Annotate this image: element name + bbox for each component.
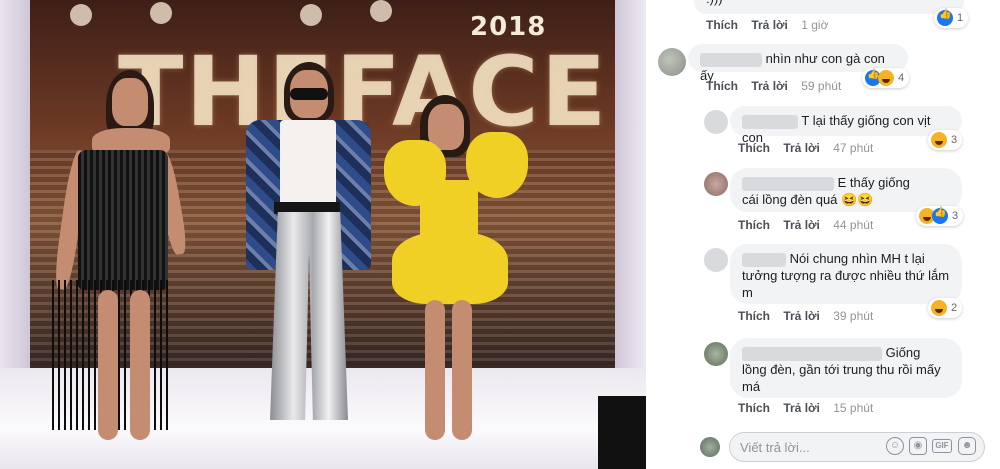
model-leg [130, 290, 150, 440]
comment-text: tưởng tượng ra được nhiều thứ lắm [742, 268, 950, 283]
comment-text: cái lồng đèn quá 😆😆 [742, 192, 874, 207]
comment-text: Nói chung nhìn MH t lại [789, 251, 925, 266]
avatar[interactable] [704, 342, 728, 366]
reply-link[interactable]: Trả lời [783, 141, 820, 155]
like-icon [932, 207, 948, 224]
reaction-count: 3 [951, 134, 958, 146]
like-link[interactable]: Thích [738, 141, 770, 155]
stage-light [300, 4, 322, 26]
stage-light [150, 2, 172, 24]
commenter-name[interactable] [742, 346, 882, 361]
comment-text: :))) [706, 0, 723, 6]
stage-light [70, 4, 92, 26]
comment-time[interactable]: 59 phút [801, 79, 841, 93]
reply-placeholder: Viết trả lời... [740, 439, 810, 455]
comment-bubble: T lại thấy giống con vịt con [730, 106, 962, 145]
comment-meta: Thích Trả lời 59 phút [706, 79, 841, 93]
commenter-name[interactable] [742, 252, 786, 267]
comment-meta: Thích Trả lời 15 phút [738, 401, 873, 415]
comment-meta: Thích Trả lời 39 phút [738, 309, 873, 323]
avatar[interactable] [704, 248, 728, 272]
model-leg [425, 300, 445, 440]
like-icon [937, 9, 953, 26]
model-leg [452, 300, 472, 440]
reaction-summary[interactable]: 3 [928, 130, 963, 150]
like-link[interactable]: Thích [738, 218, 770, 232]
comment-text: m [742, 285, 753, 300]
reaction-summary[interactable]: 4 [862, 68, 910, 88]
comment-meta: Thích Trả lời 47 phút [738, 141, 873, 155]
comment-time[interactable]: 44 phút [833, 218, 873, 232]
reply-link[interactable]: Trả lời [751, 79, 788, 93]
comment-meta: Thích Trả lời 1 giờ [706, 18, 828, 32]
model-leg [98, 290, 118, 440]
camera-icon[interactable]: ◉ [909, 437, 927, 455]
comment-bubble: :))) [694, 0, 964, 14]
white-blouse [280, 120, 336, 215]
commenter-name[interactable] [700, 52, 762, 67]
comment-time[interactable]: 47 phút [833, 141, 873, 155]
comment-text: má [742, 379, 761, 394]
avatar[interactable] [658, 48, 686, 76]
haha-icon [931, 132, 947, 148]
reaction-summary[interactable]: 3 [916, 206, 964, 226]
stage-pillar-right [615, 0, 646, 380]
reaction-count: 2 [951, 302, 958, 314]
comment-meta: Thích Trả lời 44 phút [738, 218, 873, 232]
reply-link[interactable]: Trả lời [783, 218, 820, 232]
like-link[interactable]: Thích [706, 18, 738, 32]
reply-link[interactable]: Trả lời [751, 18, 788, 32]
avatar[interactable] [704, 172, 728, 196]
model-face [112, 78, 148, 126]
comment-time[interactable]: 39 phút [833, 309, 873, 323]
reaction-count: 1 [957, 12, 964, 24]
haha-icon [931, 300, 947, 316]
yellow-dress-skirt [392, 232, 508, 304]
comment-bubble: Giống lồng đèn, gần tới trung thu rồi mấ… [730, 338, 962, 398]
reaction-count: 4 [898, 72, 905, 84]
comment-time[interactable]: 15 phút [833, 401, 873, 415]
comment-bubble: Nói chung nhìn MH t lại tưởng tượng ra đ… [730, 244, 962, 304]
gif-icon[interactable]: GIF [932, 439, 952, 453]
comment-text: lồng đèn, gần tới trung thu rồi mấy [742, 362, 941, 377]
commenter-name[interactable] [742, 114, 798, 129]
stage-speaker [598, 396, 646, 469]
stage-light [370, 0, 392, 22]
reaction-summary[interactable]: 1 [934, 8, 969, 28]
haha-icon [878, 70, 894, 86]
reaction-summary[interactable]: 2 [928, 298, 963, 318]
reply-link[interactable]: Trả lời [783, 309, 820, 323]
like-link[interactable]: Thích [706, 79, 738, 93]
sticker-icon[interactable]: ☻ [958, 437, 976, 455]
sunglasses [290, 88, 328, 100]
avatar[interactable] [704, 110, 728, 134]
comment-text: E thấy giống [837, 175, 910, 190]
runway-photo: 2018 THEFACE [0, 0, 646, 469]
like-link[interactable]: Thích [738, 309, 770, 323]
black-fringe-dress [78, 150, 168, 290]
emoji-icon[interactable]: ☺ [886, 437, 904, 455]
comment-time[interactable]: 1 giờ [801, 18, 828, 32]
stage-pillar-left [0, 0, 30, 380]
reaction-count: 3 [952, 210, 959, 222]
commenter-name[interactable] [742, 176, 834, 191]
reply-link[interactable]: Trả lời [783, 401, 820, 415]
like-link[interactable]: Thích [738, 401, 770, 415]
comment-text: Giống [885, 345, 921, 360]
current-user-avatar [700, 437, 720, 457]
yellow-dress-bodice [420, 180, 478, 240]
